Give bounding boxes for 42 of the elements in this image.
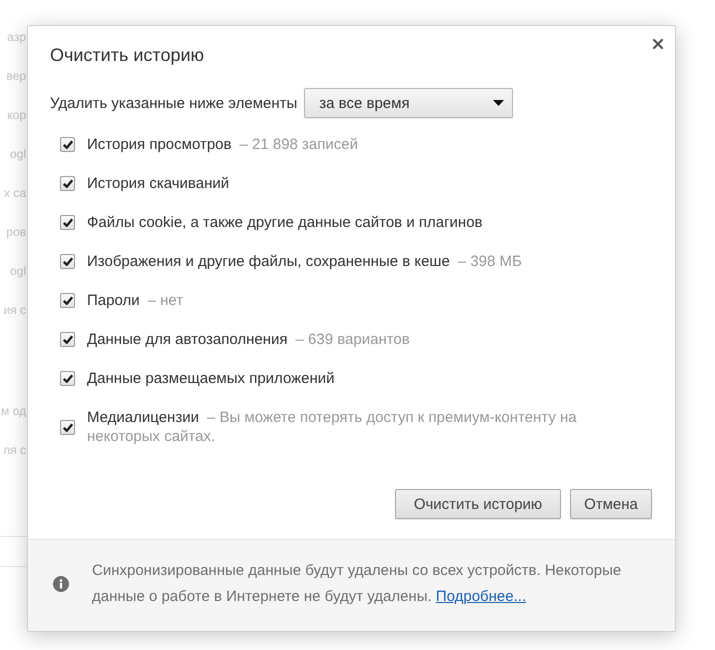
option-label: Данные размещаемых приложений [87,369,335,388]
info-icon [53,576,69,592]
dialog-title: Очистить историю [50,44,204,66]
check-icon [62,335,72,344]
checkbox[interactable] [60,420,75,434]
checkbox[interactable] [60,176,75,191]
option-label: История просмотров – 21 898 записей [87,135,358,154]
background-text: х са [2,185,27,202]
learn-more-link[interactable]: Подробнее... [436,588,526,604]
background-text: ров [5,224,27,241]
period-label: Удалить указанные ниже элементы [50,94,298,112]
option-label: Изображения и другие файлы, сохраненные в кеше – 398 МБ [87,252,522,271]
checkbox[interactable] [60,371,75,386]
background-text: ogl [8,146,27,163]
option-label: Медиалицензии – Вы можете потерять доступ к премиум-контенту на некоторых сайтах. [87,408,578,446]
background-text: м од [0,403,27,420]
option-label: История скачиваний [87,174,230,193]
check-icon [62,422,72,432]
option-label: Данные для автозаполнения – 639 вариантов [87,330,410,349]
background-text: кор [6,107,27,124]
check-icon [62,374,72,383]
checkbox[interactable] [60,254,75,269]
sync-notice: Синхронизированные данные будут удалены со всех устройств. Некоторые данные о работе в Интернете не будут удалены. Подробнее... [92,560,622,606]
check-icon [62,179,72,188]
checkbox[interactable] [60,293,75,308]
checkbox[interactable] [60,215,75,230]
background-text: азр [6,29,27,46]
checkbox[interactable] [60,137,75,152]
check-icon [62,218,72,227]
cancel-button[interactable]: Отмена [570,489,652,519]
clear-history-button[interactable]: Очистить историю [395,489,561,519]
close-icon[interactable] [653,39,663,49]
caret-icon [493,100,504,106]
option-label: Пароли – нет [87,291,184,310]
background-text: вер [5,68,27,85]
check-icon [62,140,72,149]
checkbox[interactable] [60,332,75,347]
background-text: ogl [8,263,27,280]
option-label: Файлы cookie, а также другие данные сайтов и плагинов [87,213,483,232]
check-icon [62,257,72,266]
check-icon [62,296,72,305]
time-range-dropdown[interactable]: за все время [304,88,514,118]
